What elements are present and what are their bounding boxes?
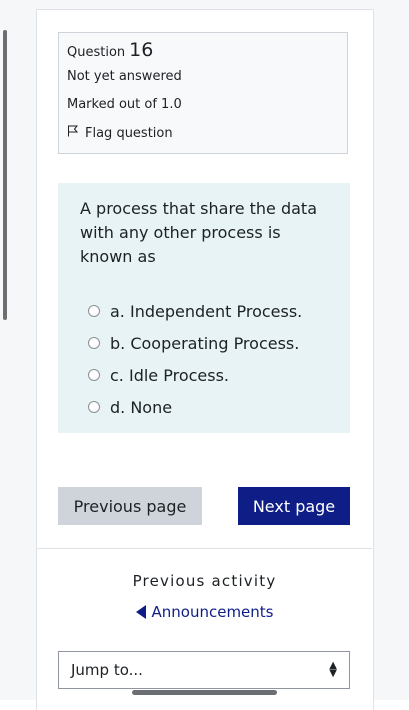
marks-info: Marked out of 1.0 <box>67 97 182 112</box>
section-divider <box>37 548 372 549</box>
previous-activity-label[interactable]: Announcements <box>152 603 274 621</box>
previous-page-button[interactable]: Previous page <box>58 487 202 525</box>
radio-button[interactable] <box>88 369 100 381</box>
answer-option[interactable]: d. None <box>80 391 328 423</box>
question-prompt: A process that share the data with any o… <box>80 199 317 266</box>
scrollbar[interactable] <box>3 30 7 320</box>
option-label[interactable]: a. Independent Process. <box>110 302 302 321</box>
caret-left-icon <box>135 605 146 619</box>
question-number-line: Question 16 <box>67 39 339 63</box>
answer-option[interactable]: a. Independent Process. <box>80 295 328 327</box>
answer-option[interactable]: b. Cooperating Process. <box>80 327 328 359</box>
radio-button[interactable] <box>88 337 100 349</box>
option-label[interactable]: b. Cooperating Process. <box>110 334 299 353</box>
previous-activity-heading: Previous activity <box>132 572 277 590</box>
option-label[interactable]: d. None <box>110 398 172 417</box>
jump-to-select[interactable]: Jump to... ▲ ▼ <box>58 651 350 689</box>
question-number: 16 <box>129 39 154 61</box>
select-updown-icon: ▲ ▼ <box>329 660 337 679</box>
next-page-button[interactable]: Next page <box>238 487 350 525</box>
answer-option[interactable]: c. Idle Process. <box>80 359 328 391</box>
flag-question-label: Flag question <box>85 125 173 141</box>
question-label: Question <box>67 45 126 60</box>
option-label[interactable]: c. Idle Process. <box>110 366 229 385</box>
radio-button[interactable] <box>88 401 100 413</box>
answer-status: Not yet answered <box>67 69 182 84</box>
home-indicator[interactable] <box>132 690 277 695</box>
flag-question-link[interactable]: Flag question <box>67 119 339 147</box>
jump-to-value: Jump to... <box>71 661 143 679</box>
question-info-panel: Question 16 Not yet answered Marked out … <box>58 32 348 154</box>
previous-activity-link[interactable]: Announcements <box>37 603 372 621</box>
question-text-panel: A process that share the data with any o… <box>58 183 350 433</box>
radio-button[interactable] <box>88 305 100 317</box>
flag-icon <box>67 125 79 141</box>
